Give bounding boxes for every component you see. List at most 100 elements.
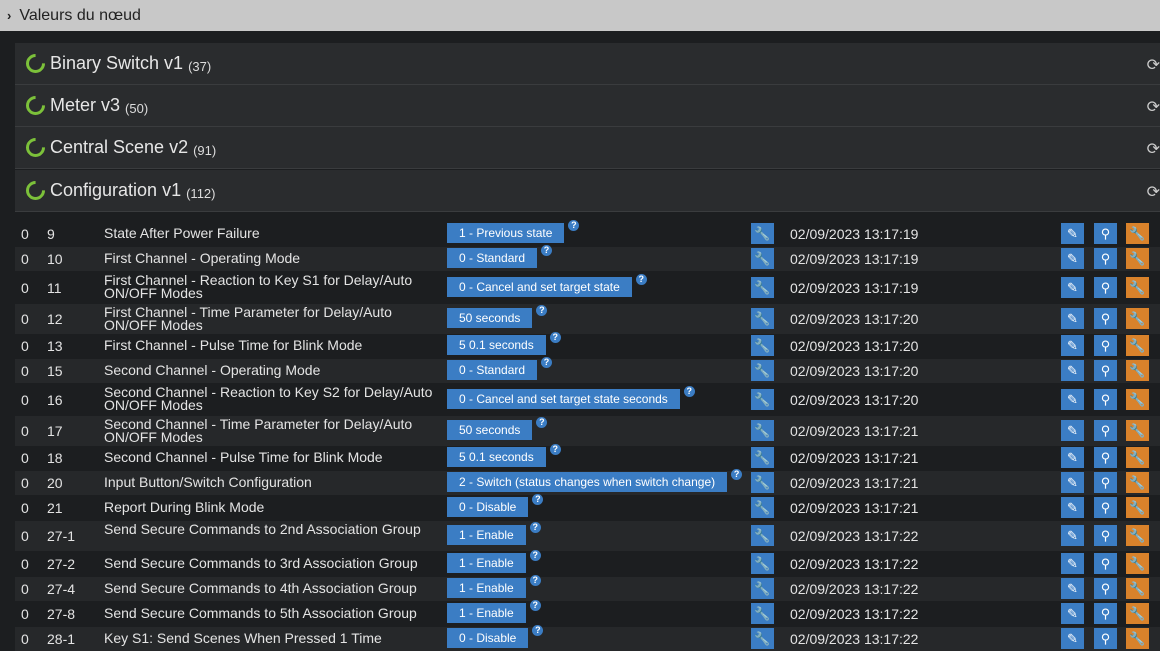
- value-button[interactable]: 1 - Enable: [447, 603, 526, 623]
- pencil-icon[interactable]: ✎: [1061, 578, 1084, 599]
- pencil-icon[interactable]: ✎: [1061, 447, 1084, 468]
- help-icon[interactable]: ?: [536, 417, 548, 428]
- settings-wrench-icon[interactable]: 🔧: [1126, 553, 1149, 574]
- value-button[interactable]: 0 - Disable: [447, 497, 529, 517]
- help-icon[interactable]: ?: [529, 600, 541, 611]
- pencil-icon[interactable]: ✎: [1061, 248, 1084, 269]
- pencil-icon[interactable]: ✎: [1061, 277, 1084, 298]
- help-icon[interactable]: ?: [731, 469, 743, 480]
- help-icon[interactable]: ?: [529, 575, 541, 586]
- pencil-icon[interactable]: ✎: [1061, 603, 1084, 624]
- help-icon[interactable]: ?: [568, 220, 580, 231]
- eyedropper-icon[interactable]: ⚲: [1094, 447, 1117, 468]
- eyedropper-icon[interactable]: ⚲: [1094, 335, 1117, 356]
- value-button[interactable]: 0 - Cancel and set target state seconds: [447, 389, 680, 409]
- settings-wrench-icon[interactable]: 🔧: [1126, 497, 1149, 518]
- wrench-icon[interactable]: 🔧: [751, 420, 774, 441]
- wrench-icon[interactable]: 🔧: [751, 335, 774, 356]
- value-button[interactable]: 1 - Previous state: [447, 223, 565, 243]
- help-icon[interactable]: ?: [532, 625, 544, 636]
- settings-wrench-icon[interactable]: 🔧: [1126, 335, 1149, 356]
- wrench-icon[interactable]: 🔧: [751, 603, 774, 624]
- settings-wrench-icon[interactable]: 🔧: [1126, 308, 1149, 329]
- help-icon[interactable]: ?: [541, 357, 553, 368]
- value-button[interactable]: 0 - Standard: [447, 248, 538, 268]
- wrench-icon[interactable]: 🔧: [751, 248, 774, 269]
- help-icon[interactable]: ?: [541, 245, 553, 256]
- eyedropper-icon[interactable]: ⚲: [1094, 497, 1117, 518]
- pencil-icon[interactable]: ✎: [1061, 472, 1084, 493]
- wrench-icon[interactable]: 🔧: [751, 578, 774, 599]
- pencil-icon[interactable]: ✎: [1061, 525, 1084, 546]
- panel-configuration[interactable]: Configuration v1 (112) ⟳: [15, 170, 1160, 212]
- pencil-icon[interactable]: ✎: [1061, 628, 1084, 649]
- settings-wrench-icon[interactable]: 🔧: [1126, 389, 1149, 410]
- value-button[interactable]: 50 seconds: [447, 420, 533, 440]
- settings-wrench-icon[interactable]: 🔧: [1126, 223, 1149, 244]
- value-button[interactable]: 50 seconds: [447, 308, 533, 328]
- pencil-icon[interactable]: ✎: [1061, 308, 1084, 329]
- value-button[interactable]: 0 - Cancel and set target state: [447, 277, 632, 297]
- settings-wrench-icon[interactable]: 🔧: [1126, 447, 1149, 468]
- eyedropper-icon[interactable]: ⚲: [1094, 553, 1117, 574]
- eyedropper-icon[interactable]: ⚲: [1094, 360, 1117, 381]
- eyedropper-icon[interactable]: ⚲: [1094, 223, 1117, 244]
- eyedropper-icon[interactable]: ⚲: [1094, 308, 1117, 329]
- wrench-icon[interactable]: 🔧: [751, 308, 774, 329]
- value-button[interactable]: 1 - Enable: [447, 578, 526, 598]
- help-icon[interactable]: ?: [536, 305, 548, 316]
- panel-central-scene[interactable]: Central Scene v2 (91) ⟳: [15, 127, 1160, 169]
- help-icon[interactable]: ?: [549, 444, 561, 455]
- pencil-icon[interactable]: ✎: [1061, 497, 1084, 518]
- wrench-icon[interactable]: 🔧: [751, 277, 774, 298]
- pencil-icon[interactable]: ✎: [1061, 335, 1084, 356]
- pencil-icon[interactable]: ✎: [1061, 223, 1084, 244]
- wrench-icon[interactable]: 🔧: [751, 389, 774, 410]
- pencil-icon[interactable]: ✎: [1061, 420, 1084, 441]
- refresh-icon[interactable]: ⟳: [1147, 182, 1160, 202]
- value-button[interactable]: 0 - Disable: [447, 628, 529, 648]
- eyedropper-icon[interactable]: ⚲: [1094, 248, 1117, 269]
- settings-wrench-icon[interactable]: 🔧: [1126, 628, 1149, 649]
- eyedropper-icon[interactable]: ⚲: [1094, 603, 1117, 624]
- settings-wrench-icon[interactable]: 🔧: [1126, 248, 1149, 269]
- value-button[interactable]: 5 0.1 seconds: [447, 447, 546, 467]
- pencil-icon[interactable]: ✎: [1061, 360, 1084, 381]
- settings-wrench-icon[interactable]: 🔧: [1126, 578, 1149, 599]
- value-button[interactable]: 5 0.1 seconds: [447, 335, 546, 355]
- pencil-icon[interactable]: ✎: [1061, 553, 1084, 574]
- settings-wrench-icon[interactable]: 🔧: [1126, 525, 1149, 546]
- node-values-header[interactable]: › Valeurs du nœud: [0, 0, 1160, 31]
- eyedropper-icon[interactable]: ⚲: [1094, 628, 1117, 649]
- wrench-icon[interactable]: 🔧: [751, 472, 774, 493]
- settings-wrench-icon[interactable]: 🔧: [1126, 472, 1149, 493]
- value-button[interactable]: 0 - Standard: [447, 360, 538, 380]
- settings-wrench-icon[interactable]: 🔧: [1126, 420, 1149, 441]
- eyedropper-icon[interactable]: ⚲: [1094, 420, 1117, 441]
- wrench-icon[interactable]: 🔧: [751, 628, 774, 649]
- settings-wrench-icon[interactable]: 🔧: [1126, 277, 1149, 298]
- value-button[interactable]: 1 - Enable: [447, 525, 526, 545]
- value-button[interactable]: 1 - Enable: [447, 553, 526, 573]
- help-icon[interactable]: ?: [549, 332, 561, 343]
- settings-wrench-icon[interactable]: 🔧: [1126, 360, 1149, 381]
- help-icon[interactable]: ?: [529, 522, 541, 533]
- eyedropper-icon[interactable]: ⚲: [1094, 578, 1117, 599]
- refresh-icon[interactable]: ⟳: [1147, 139, 1160, 159]
- value-button[interactable]: 2 - Switch (status changes when switch c…: [447, 472, 728, 492]
- pencil-icon[interactable]: ✎: [1061, 389, 1084, 410]
- wrench-icon[interactable]: 🔧: [751, 360, 774, 381]
- help-icon[interactable]: ?: [532, 494, 544, 505]
- wrench-icon[interactable]: 🔧: [751, 525, 774, 546]
- eyedropper-icon[interactable]: ⚲: [1094, 389, 1117, 410]
- wrench-icon[interactable]: 🔧: [751, 497, 774, 518]
- help-icon[interactable]: ?: [683, 386, 695, 397]
- settings-wrench-icon[interactable]: 🔧: [1126, 603, 1149, 624]
- help-icon[interactable]: ?: [635, 274, 647, 285]
- panel-binary-switch[interactable]: Binary Switch v1 (37) ⟳: [15, 43, 1160, 85]
- wrench-icon[interactable]: 🔧: [751, 223, 774, 244]
- wrench-icon[interactable]: 🔧: [751, 553, 774, 574]
- wrench-icon[interactable]: 🔧: [751, 447, 774, 468]
- panel-meter[interactable]: Meter v3 (50) ⟳: [15, 85, 1160, 127]
- eyedropper-icon[interactable]: ⚲: [1094, 277, 1117, 298]
